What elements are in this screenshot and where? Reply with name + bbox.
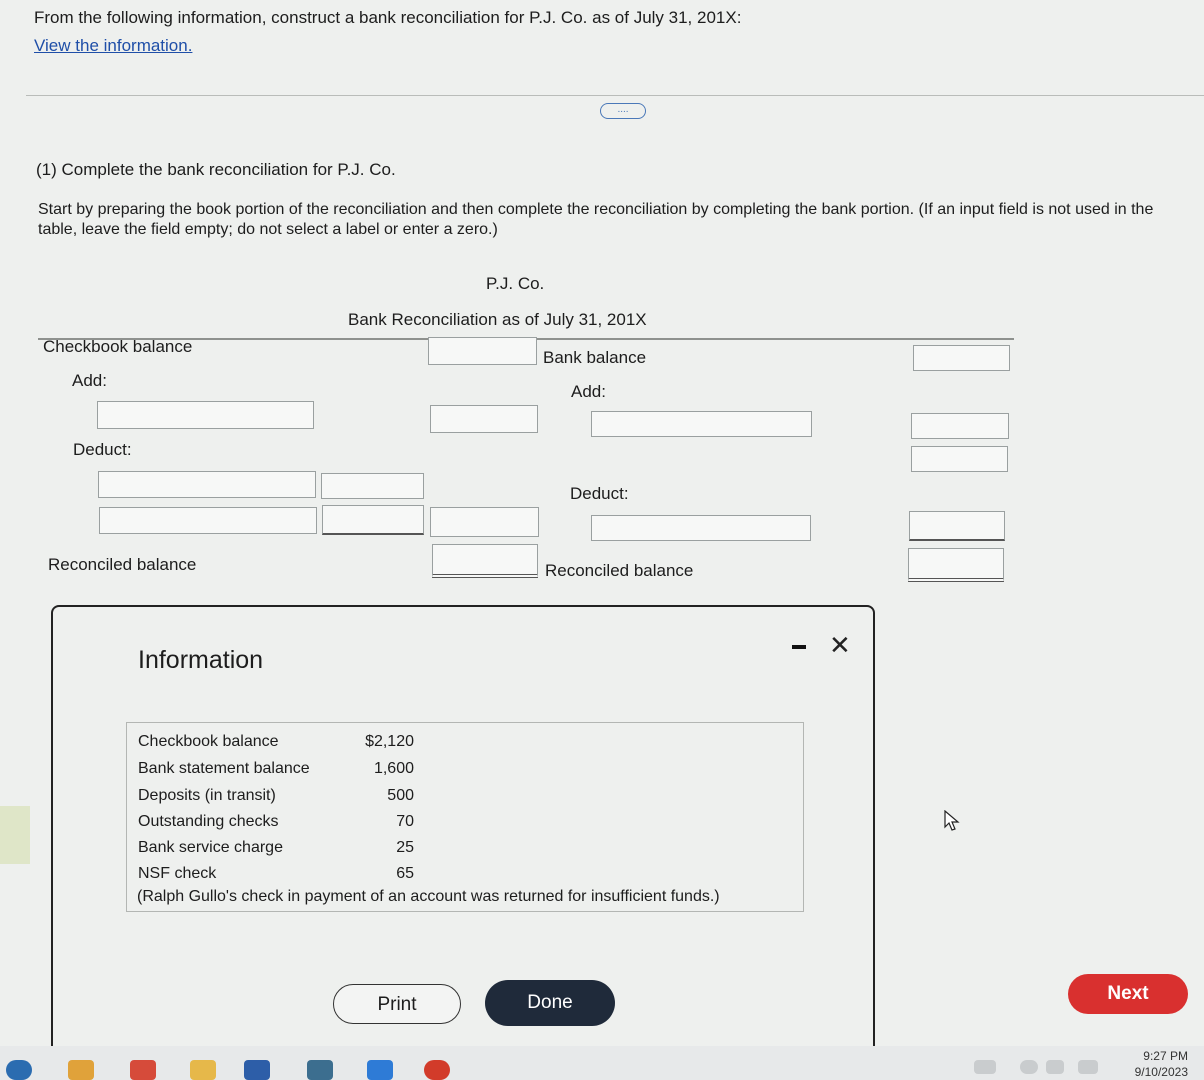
- reconciliation-title: Bank Reconciliation as of July 31, 201X: [348, 310, 647, 329]
- bank-deduct-label-select[interactable]: [591, 515, 811, 541]
- info-row-label: Bank service charge: [138, 839, 283, 856]
- minimize-icon[interactable]: [792, 645, 806, 649]
- info-row-label: Checkbook balance: [138, 733, 279, 750]
- clock-date: 9/10/2023: [1134, 1065, 1188, 1079]
- book-deduct-label-select-1[interactable]: [98, 471, 316, 498]
- keyboard-icon[interactable]: [974, 1060, 996, 1074]
- clock-time: 9:27 PM: [1143, 1049, 1188, 1063]
- chrome-icon[interactable]: [424, 1060, 450, 1080]
- app-icon[interactable]: [68, 1060, 94, 1080]
- info-row-label: Bank statement balance: [138, 760, 310, 777]
- part-label: (1) Complete the bank reconciliation for…: [36, 160, 396, 179]
- mouse-cursor-icon: [944, 810, 960, 831]
- taskbar-clock[interactable]: 9:27 PM 9/10/2023: [1135, 1048, 1188, 1080]
- book-deduct-label: Deduct:: [73, 440, 132, 459]
- bank-balance-label: Bank balance: [543, 348, 647, 367]
- book-deduct-amount-input-2[interactable]: [322, 505, 424, 535]
- chevron-up-icon[interactable]: [930, 1060, 944, 1080]
- bank-add-amount-input[interactable]: [911, 413, 1009, 439]
- book-reconciled-input[interactable]: [432, 544, 538, 578]
- info-row-value: 70: [396, 813, 414, 830]
- view-information-link[interactable]: View the information.: [34, 36, 192, 56]
- book-add-label-select[interactable]: [97, 401, 314, 429]
- info-row-value: 25: [396, 839, 414, 856]
- bank-reconciled-input[interactable]: [908, 548, 1004, 582]
- expand-button[interactable]: ....: [600, 103, 646, 119]
- word-icon[interactable]: [244, 1060, 270, 1080]
- done-button[interactable]: Done: [485, 980, 615, 1026]
- book-reconciled-label: Reconciled balance: [48, 555, 197, 574]
- instruction-text: Start by preparing the book portion of t…: [38, 201, 1154, 238]
- bank-add-label-select[interactable]: [591, 411, 812, 437]
- bank-balance-input[interactable]: [913, 345, 1010, 371]
- question-text: From the following information, construc…: [34, 8, 742, 27]
- close-icon[interactable]: ✕: [829, 630, 851, 661]
- speaker-icon[interactable]: [1046, 1060, 1064, 1074]
- checkbook-balance-label: Checkbook balance: [43, 337, 193, 356]
- book-add-total-input[interactable]: [430, 405, 538, 433]
- book-deduct-total-input[interactable]: [430, 507, 539, 537]
- mail-icon[interactable]: [130, 1060, 156, 1080]
- folder-icon[interactable]: [190, 1060, 216, 1080]
- bank-reconciled-label: Reconciled balance: [545, 561, 694, 580]
- window-edge-strip: [0, 806, 30, 864]
- book-deduct-label-select-2[interactable]: [99, 507, 317, 534]
- bank-deduct-label: Deduct:: [570, 484, 629, 503]
- book-add-label: Add:: [72, 371, 107, 390]
- section-divider: [26, 95, 1204, 96]
- camera-icon[interactable]: [367, 1060, 393, 1080]
- bank-add-total-input[interactable]: [911, 446, 1008, 472]
- edge-browser-icon[interactable]: [6, 1060, 32, 1080]
- info-row-value: 65: [396, 865, 414, 882]
- info-row-value: $2,120: [365, 733, 414, 750]
- info-row-label: Deposits (in transit): [138, 787, 276, 804]
- bank-add-label: Add:: [571, 382, 606, 401]
- info-row-label: NSF check: [138, 865, 217, 882]
- print-button[interactable]: Print: [333, 984, 461, 1024]
- bank-deduct-amount-input[interactable]: [909, 511, 1005, 541]
- wifi-icon[interactable]: [1020, 1060, 1038, 1074]
- company-name: P.J. Co.: [486, 274, 545, 293]
- battery-icon[interactable]: [1078, 1060, 1098, 1074]
- info-row-value: 500: [387, 787, 414, 804]
- checkbook-balance-input[interactable]: [428, 337, 537, 365]
- nsf-note: (Ralph Gullo's check in payment of an ac…: [137, 888, 720, 905]
- next-button[interactable]: Next: [1068, 974, 1188, 1014]
- modal-title: Information: [138, 646, 264, 674]
- calculator-icon[interactable]: [307, 1060, 333, 1080]
- info-row-label: Outstanding checks: [138, 813, 279, 830]
- info-row-value: 1,600: [373, 760, 414, 777]
- book-deduct-amount-input-1[interactable]: [321, 473, 424, 499]
